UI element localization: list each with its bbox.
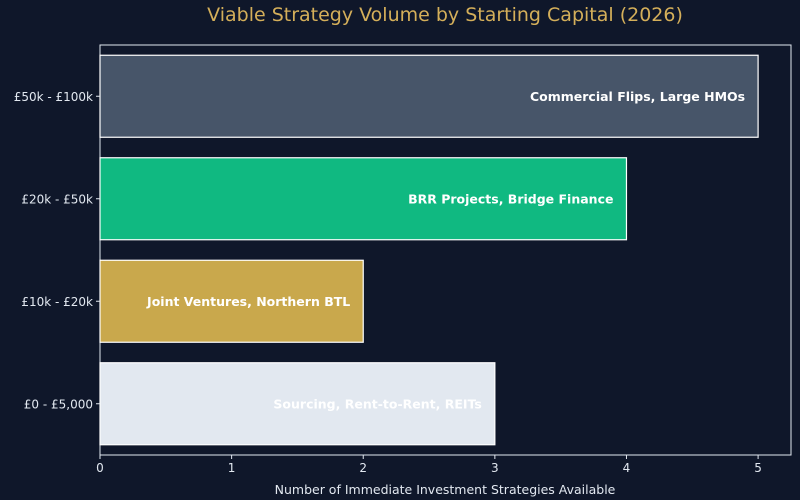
bar-label: Joint Ventures, Northern BTL xyxy=(146,294,350,309)
x-tick-label: 2 xyxy=(359,461,367,475)
strategy-volume-chart: Viable Strategy Volume by Starting Capit… xyxy=(14,4,792,497)
chart-title: Viable Strategy Volume by Starting Capit… xyxy=(207,4,683,26)
x-tick-label: 4 xyxy=(623,461,631,475)
x-tick-label: 3 xyxy=(491,461,499,475)
y-tick-label: £50k - £100k xyxy=(14,90,93,104)
x-tick-label: 1 xyxy=(228,461,236,475)
y-tick-label: £0 - £5,000 xyxy=(24,397,93,411)
y-tick-label: £10k - £20k xyxy=(21,295,93,309)
x-tick-label: 5 xyxy=(754,461,762,475)
bar-label: Commercial Flips, Large HMOs xyxy=(530,89,745,104)
y-tick-label: £20k - £50k xyxy=(21,192,93,206)
x-tick-label: 0 xyxy=(96,461,104,475)
plot-area: Sourcing, Rent-to-Rent, REITs £0 - £5,000… xyxy=(14,44,792,475)
x-axis-label: Number of Immediate Investment Strategie… xyxy=(275,482,616,497)
bar-label: BRR Projects, Bridge Finance xyxy=(408,191,613,206)
bar-label: Sourcing, Rent-to-Rent, REITs xyxy=(273,396,481,411)
